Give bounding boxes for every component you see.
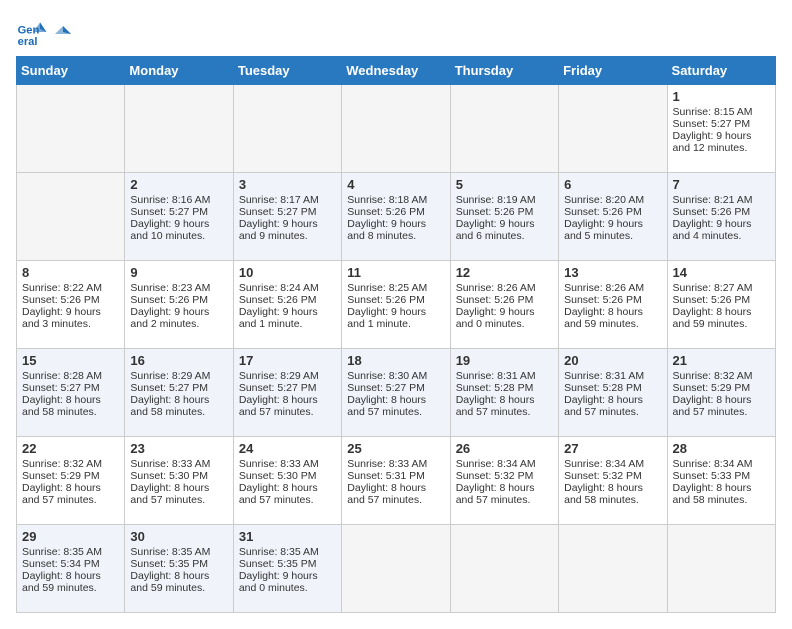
page-header: Gen eral bbox=[16, 16, 776, 48]
header-sunday: Sunday bbox=[17, 57, 125, 85]
day-number: 31 bbox=[239, 529, 336, 544]
calendar-cell-30: 30Sunrise: 8:35 AMSunset: 5:35 PMDayligh… bbox=[125, 525, 233, 613]
day-number: 5 bbox=[456, 177, 553, 192]
calendar-cell-22: 22Sunrise: 8:32 AMSunset: 5:29 PMDayligh… bbox=[17, 437, 125, 525]
calendar-cell-21: 21Sunrise: 8:32 AMSunset: 5:29 PMDayligh… bbox=[667, 349, 775, 437]
day-number: 19 bbox=[456, 353, 553, 368]
empty-cell bbox=[342, 85, 450, 173]
header-thursday: Thursday bbox=[450, 57, 558, 85]
calendar-cell-8: 8Sunrise: 8:22 AMSunset: 5:26 PMDaylight… bbox=[17, 261, 125, 349]
day-number: 21 bbox=[673, 353, 770, 368]
calendar-cell-2: 2Sunrise: 8:16 AMSunset: 5:27 PMDaylight… bbox=[125, 173, 233, 261]
day-number: 1 bbox=[673, 89, 770, 104]
calendar-cell-9: 9Sunrise: 8:23 AMSunset: 5:26 PMDaylight… bbox=[125, 261, 233, 349]
calendar-cell-14: 14Sunrise: 8:27 AMSunset: 5:26 PMDayligh… bbox=[667, 261, 775, 349]
day-number: 29 bbox=[22, 529, 119, 544]
day-number: 11 bbox=[347, 265, 444, 280]
calendar-cell-15: 15Sunrise: 8:28 AMSunset: 5:27 PMDayligh… bbox=[17, 349, 125, 437]
logo-arrow-icon bbox=[53, 24, 73, 44]
header-saturday: Saturday bbox=[667, 57, 775, 85]
day-number: 28 bbox=[673, 441, 770, 456]
logo-icon: Gen eral bbox=[16, 16, 48, 48]
calendar-cell-18: 18Sunrise: 8:30 AMSunset: 5:27 PMDayligh… bbox=[342, 349, 450, 437]
empty-cell bbox=[125, 85, 233, 173]
calendar-cell-23: 23Sunrise: 8:33 AMSunset: 5:30 PMDayligh… bbox=[125, 437, 233, 525]
calendar-week-4: 15Sunrise: 8:28 AMSunset: 5:27 PMDayligh… bbox=[17, 349, 776, 437]
calendar-cell-16: 16Sunrise: 8:29 AMSunset: 5:27 PMDayligh… bbox=[125, 349, 233, 437]
empty-cell bbox=[559, 85, 667, 173]
calendar-week-6: 29Sunrise: 8:35 AMSunset: 5:34 PMDayligh… bbox=[17, 525, 776, 613]
empty-cell bbox=[450, 85, 558, 173]
calendar-cell-20: 20Sunrise: 8:31 AMSunset: 5:28 PMDayligh… bbox=[559, 349, 667, 437]
header-tuesday: Tuesday bbox=[233, 57, 341, 85]
empty-cell bbox=[450, 525, 558, 613]
empty-cell bbox=[667, 525, 775, 613]
header-wednesday: Wednesday bbox=[342, 57, 450, 85]
calendar-cell-26: 26Sunrise: 8:34 AMSunset: 5:32 PMDayligh… bbox=[450, 437, 558, 525]
calendar-cell-31: 31Sunrise: 8:35 AMSunset: 5:35 PMDayligh… bbox=[233, 525, 341, 613]
calendar-cell-17: 17Sunrise: 8:29 AMSunset: 5:27 PMDayligh… bbox=[233, 349, 341, 437]
calendar-week-2: 2Sunrise: 8:16 AMSunset: 5:27 PMDaylight… bbox=[17, 173, 776, 261]
calendar-cell-12: 12Sunrise: 8:26 AMSunset: 5:26 PMDayligh… bbox=[450, 261, 558, 349]
day-number: 6 bbox=[564, 177, 661, 192]
calendar-week-1: 1Sunrise: 8:15 AMSunset: 5:27 PMDaylight… bbox=[17, 85, 776, 173]
calendar-cell-10: 10Sunrise: 8:24 AMSunset: 5:26 PMDayligh… bbox=[233, 261, 341, 349]
calendar-header-row: SundayMondayTuesdayWednesdayThursdayFrid… bbox=[17, 57, 776, 85]
calendar-cell-11: 11Sunrise: 8:25 AMSunset: 5:26 PMDayligh… bbox=[342, 261, 450, 349]
day-number: 4 bbox=[347, 177, 444, 192]
empty-cell bbox=[342, 525, 450, 613]
calendar-cell-6: 6Sunrise: 8:20 AMSunset: 5:26 PMDaylight… bbox=[559, 173, 667, 261]
empty-cell bbox=[559, 525, 667, 613]
day-number: 9 bbox=[130, 265, 227, 280]
calendar-cell-3: 3Sunrise: 8:17 AMSunset: 5:27 PMDaylight… bbox=[233, 173, 341, 261]
day-number: 8 bbox=[22, 265, 119, 280]
day-number: 16 bbox=[130, 353, 227, 368]
day-number: 2 bbox=[130, 177, 227, 192]
header-friday: Friday bbox=[559, 57, 667, 85]
logo: Gen eral bbox=[16, 16, 74, 48]
calendar-cell-19: 19Sunrise: 8:31 AMSunset: 5:28 PMDayligh… bbox=[450, 349, 558, 437]
empty-cell bbox=[233, 85, 341, 173]
day-number: 3 bbox=[239, 177, 336, 192]
day-number: 18 bbox=[347, 353, 444, 368]
day-number: 20 bbox=[564, 353, 661, 368]
header-monday: Monday bbox=[125, 57, 233, 85]
calendar-cell-7: 7Sunrise: 8:21 AMSunset: 5:26 PMDaylight… bbox=[667, 173, 775, 261]
calendar-week-5: 22Sunrise: 8:32 AMSunset: 5:29 PMDayligh… bbox=[17, 437, 776, 525]
day-number: 10 bbox=[239, 265, 336, 280]
day-number: 14 bbox=[673, 265, 770, 280]
day-number: 25 bbox=[347, 441, 444, 456]
day-number: 17 bbox=[239, 353, 336, 368]
calendar-cell-5: 5Sunrise: 8:19 AMSunset: 5:26 PMDaylight… bbox=[450, 173, 558, 261]
day-number: 22 bbox=[22, 441, 119, 456]
day-number: 15 bbox=[22, 353, 119, 368]
day-number: 7 bbox=[673, 177, 770, 192]
calendar-cell-24: 24Sunrise: 8:33 AMSunset: 5:30 PMDayligh… bbox=[233, 437, 341, 525]
calendar-cell-28: 28Sunrise: 8:34 AMSunset: 5:33 PMDayligh… bbox=[667, 437, 775, 525]
calendar-week-3: 8Sunrise: 8:22 AMSunset: 5:26 PMDaylight… bbox=[17, 261, 776, 349]
calendar-cell-4: 4Sunrise: 8:18 AMSunset: 5:26 PMDaylight… bbox=[342, 173, 450, 261]
day-number: 30 bbox=[130, 529, 227, 544]
day-number: 13 bbox=[564, 265, 661, 280]
calendar-cell-13: 13Sunrise: 8:26 AMSunset: 5:26 PMDayligh… bbox=[559, 261, 667, 349]
svg-text:eral: eral bbox=[18, 36, 38, 48]
day-number: 27 bbox=[564, 441, 661, 456]
calendar-cell-25: 25Sunrise: 8:33 AMSunset: 5:31 PMDayligh… bbox=[342, 437, 450, 525]
calendar-cell-1: 1Sunrise: 8:15 AMSunset: 5:27 PMDaylight… bbox=[667, 85, 775, 173]
calendar-table: SundayMondayTuesdayWednesdayThursdayFrid… bbox=[16, 56, 776, 613]
calendar-cell-27: 27Sunrise: 8:34 AMSunset: 5:32 PMDayligh… bbox=[559, 437, 667, 525]
day-number: 24 bbox=[239, 441, 336, 456]
empty-cell bbox=[17, 85, 125, 173]
day-number: 26 bbox=[456, 441, 553, 456]
calendar-cell-29: 29Sunrise: 8:35 AMSunset: 5:34 PMDayligh… bbox=[17, 525, 125, 613]
day-number: 12 bbox=[456, 265, 553, 280]
empty-cell bbox=[17, 173, 125, 261]
day-number: 23 bbox=[130, 441, 227, 456]
